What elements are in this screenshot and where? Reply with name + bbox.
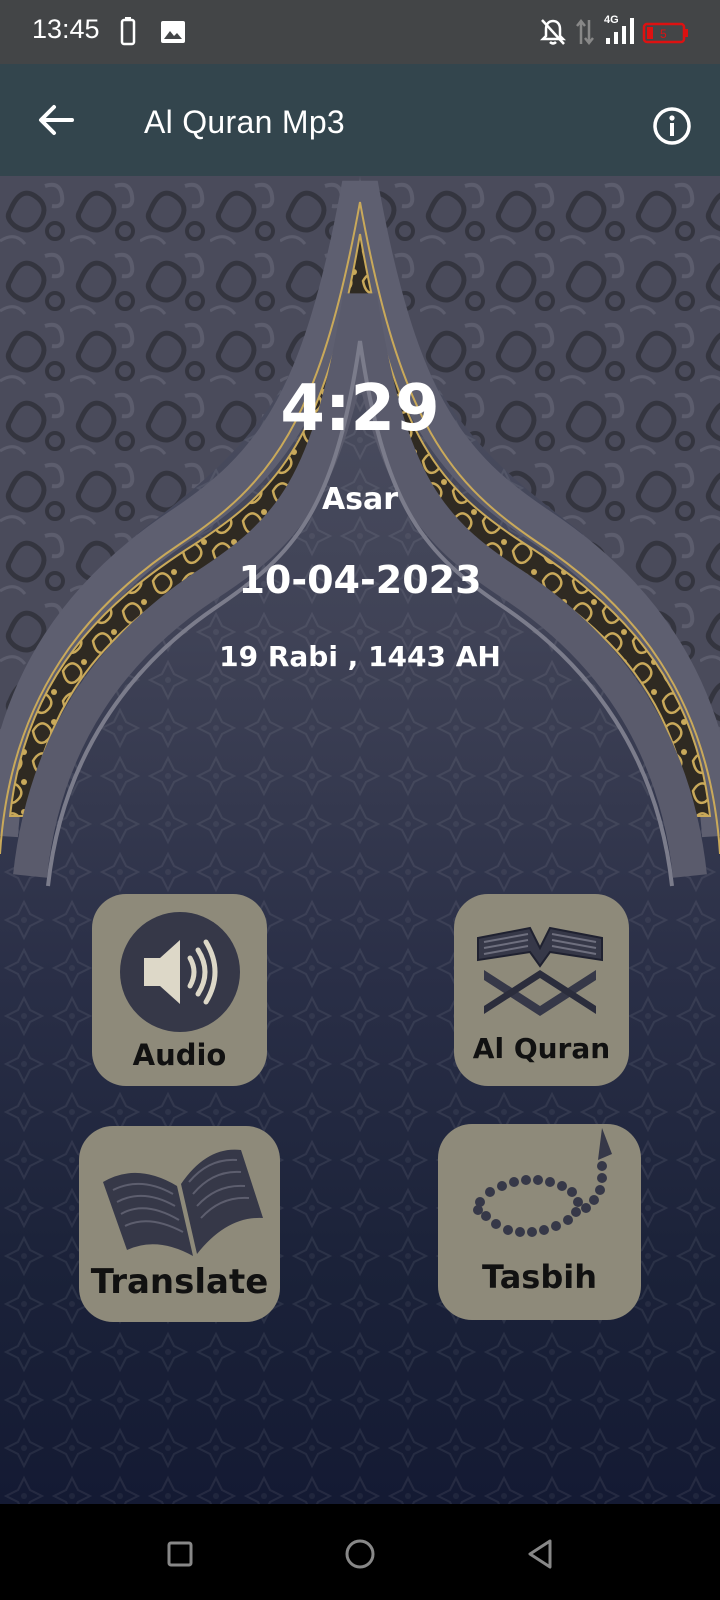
info-icon (653, 107, 691, 145)
system-nav-bar (0, 1504, 720, 1600)
gregorian-date: 10-04-2023 (238, 558, 482, 602)
app-bar: Al Quran Mp3 (0, 64, 720, 176)
hijri-date: 19 Rabi , 1443 AH (219, 640, 501, 673)
app-title: Al Quran Mp3 (144, 104, 346, 140)
status-time: 13:45 (32, 14, 100, 44)
translate-button[interactable]: Translate (79, 1126, 280, 1322)
quran-stand-icon (477, 926, 603, 1016)
audio-label: Audio (132, 1038, 227, 1072)
data-arrows-icon (576, 18, 594, 50)
translate-label: Translate (90, 1262, 269, 1302)
home-screen: 4:29 Asar 10-04-2023 19 Rabi , 1443 AH A… (0, 176, 720, 1504)
recents-button[interactable] (158, 1532, 202, 1576)
info-button[interactable] (646, 100, 698, 152)
speaker-icon (120, 912, 240, 1032)
signal-icon: 4G (604, 12, 638, 50)
back-button[interactable] (30, 94, 82, 146)
svg-text:5: 5 (660, 27, 667, 41)
battery-icon: 5 (642, 22, 690, 48)
arrow-left-icon (39, 105, 74, 135)
home-circle-icon (345, 1539, 375, 1569)
prayer-name: Asar (321, 482, 399, 517)
al-quran-label: Al Quran (472, 1032, 611, 1065)
open-book-icon (103, 1149, 263, 1256)
prayer-time: 4:29 (280, 372, 440, 446)
back-nav-button[interactable] (518, 1532, 562, 1576)
prayer-beads-icon (473, 1128, 612, 1237)
audio-button[interactable]: Audio (92, 894, 267, 1086)
al-quran-button[interactable]: Al Quran (454, 894, 629, 1086)
back-triangle-icon (528, 1539, 552, 1569)
status-bar: 13:45 4G 5 (0, 0, 720, 64)
svg-text:4G: 4G (604, 14, 619, 26)
image-icon (160, 20, 186, 48)
notification-off-icon (539, 18, 567, 50)
recents-square-icon (167, 1541, 193, 1567)
home-button[interactable] (338, 1532, 382, 1576)
battery-small-icon (120, 16, 136, 50)
tasbih-button[interactable]: Tasbih (438, 1124, 641, 1320)
tasbih-label: Tasbih (482, 1258, 597, 1296)
